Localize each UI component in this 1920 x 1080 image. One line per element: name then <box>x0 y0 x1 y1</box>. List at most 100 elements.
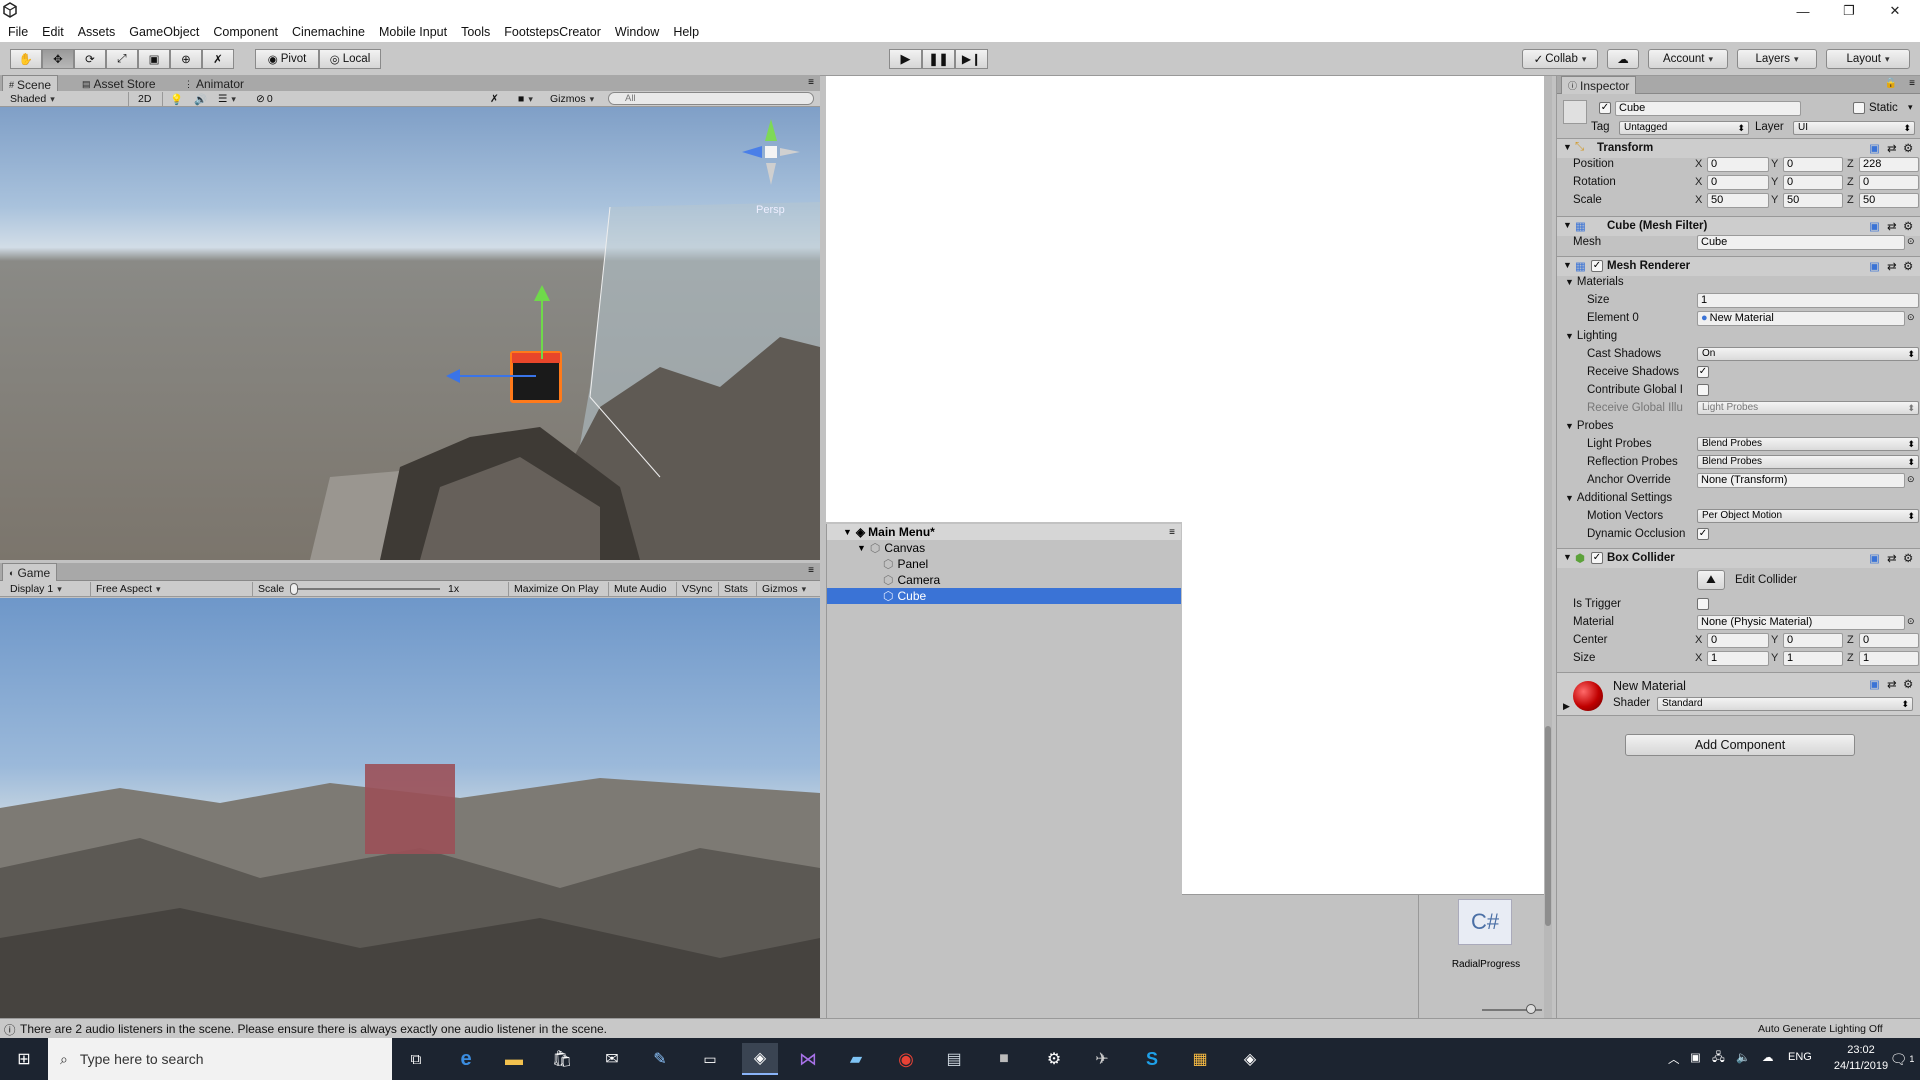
center-z-field[interactable]: 0 <box>1859 633 1919 648</box>
preset-icon[interactable]: ⇄ <box>1887 141 1897 155</box>
play-button[interactable]: ▶ <box>889 49 922 69</box>
active-checkbox[interactable]: ✓ <box>1599 102 1611 114</box>
rotate-tool-button[interactable]: ⟳ <box>74 49 106 69</box>
display-dropdown[interactable]: Display 1 <box>6 581 86 597</box>
help-icon[interactable]: ▣ <box>1869 677 1880 691</box>
settings-gear-icon[interactable]: ⚙ <box>1903 551 1913 565</box>
settings-gear-icon[interactable]: ⚙ <box>1903 141 1913 155</box>
taskbar-search[interactable]: ⌕ Type here to search <box>48 1038 392 1080</box>
help-icon[interactable]: ▣ <box>1869 551 1880 565</box>
mesh-renderer-enabled-checkbox[interactable]: ✓ <box>1591 260 1603 272</box>
paint-button[interactable]: ✎ <box>642 1043 678 1075</box>
photoshop-button[interactable]: ■ <box>986 1043 1022 1075</box>
rotation-x-field[interactable]: 0 <box>1707 175 1769 190</box>
edge-button[interactable]: e <box>448 1043 484 1075</box>
windows-start-button[interactable]: ⊞ <box>6 1043 42 1075</box>
cloud-button[interactable]: ☁ <box>1607 49 1639 69</box>
lighting-toggle[interactable]: 💡 <box>166 91 187 107</box>
box-collider-header[interactable]: ▼ ⬢ ✓ Box Collider ▣ ⇄ ⚙ <box>1557 548 1920 568</box>
restore-button[interactable]: ❐ <box>1826 0 1872 22</box>
anchor-override-field[interactable]: None (Transform) <box>1697 473 1905 488</box>
game-panel-menu-icon[interactable]: ≡ <box>808 565 814 576</box>
settings-gear-icon[interactable]: ⚙ <box>1903 677 1913 691</box>
icon-size-slider-handle[interactable] <box>1526 1004 1536 1014</box>
csharp-script-icon[interactable]: C# <box>1458 899 1512 945</box>
z-arrow-icon[interactable] <box>446 369 460 383</box>
reflection-probes-dropdown[interactable]: Blend Probes <box>1697 455 1919 469</box>
scale-z-field[interactable]: 50 <box>1859 193 1919 208</box>
move-tool-button[interactable]: ✥ <box>42 49 74 69</box>
menu-cinemachine[interactable]: Cinemachine <box>292 25 365 39</box>
static-dropdown-icon[interactable]: ▾ <box>1908 102 1913 113</box>
preset-icon[interactable]: ⇄ <box>1887 259 1897 273</box>
materials-foldout[interactable]: ▼ Materials <box>1565 276 1624 288</box>
shader-dropdown[interactable]: Standard <box>1657 697 1913 711</box>
cloud-icon[interactable]: ☁ <box>1762 1050 1774 1064</box>
script-name[interactable]: RadialProgress <box>1438 959 1534 970</box>
position-x-field[interactable]: 0 <box>1707 157 1769 172</box>
skype-button[interactable]: S <box>1134 1043 1170 1075</box>
lighting-foldout[interactable]: ▼ Lighting <box>1565 330 1617 342</box>
scale-tool-button[interactable]: ⤢ <box>106 49 138 69</box>
add-component-button[interactable]: Add Component <box>1625 734 1855 756</box>
object-picker-icon[interactable]: ⊙ <box>1907 474 1915 485</box>
step-button[interactable]: ▶❙ <box>955 49 988 69</box>
rotation-y-field[interactable]: 0 <box>1783 175 1843 190</box>
audio-toggle[interactable]: 🔊 <box>190 91 211 107</box>
mesh-field[interactable]: Cube <box>1697 235 1905 250</box>
menu-edit[interactable]: Edit <box>42 25 64 39</box>
mesh-filter-header[interactable]: ▼ ▦ Cube (Mesh Filter) ▣ ⇄ ⚙ <box>1557 216 1920 236</box>
game-view[interactable] <box>0 598 820 1018</box>
2d-toggle[interactable]: 2D <box>134 91 155 107</box>
close-button[interactable]: ✕ <box>1872 0 1918 22</box>
element0-field[interactable]: ● New Material <box>1697 311 1905 326</box>
hand-tool-button[interactable]: ✋ <box>10 49 42 69</box>
hierarchy-scene-row[interactable]: ▼ ◈ Main Menu* ≡ <box>827 524 1181 540</box>
menu-window[interactable]: Window <box>615 25 659 39</box>
vertical-scrollbar[interactable] <box>1544 76 1552 1018</box>
light-probes-dropdown[interactable]: Blend Probes <box>1697 437 1919 451</box>
panel-menu-icon[interactable]: ≡ <box>808 77 814 88</box>
transform-header[interactable]: ▼ ⤡ Transform ▣ ⇄ ⚙ <box>1557 138 1920 158</box>
preset-icon[interactable]: ⇄ <box>1887 677 1897 691</box>
scene-view[interactable]: Persp <box>0 107 820 560</box>
explorer-button[interactable]: ▬ <box>496 1043 532 1075</box>
box-collider-enabled-checkbox[interactable]: ✓ <box>1591 552 1603 564</box>
app2-button[interactable]: ✈ <box>1084 1043 1120 1075</box>
hierarchy-item-canvas[interactable]: ▼ ⬡ Canvas <box>827 540 1181 556</box>
volume-icon[interactable]: 🔈 <box>1736 1050 1750 1064</box>
menu-help[interactable]: Help <box>673 25 699 39</box>
custom-tool-button[interactable]: ✗ <box>202 49 234 69</box>
stats-toggle[interactable]: Stats <box>720 581 752 597</box>
is-trigger-checkbox[interactable] <box>1697 598 1709 610</box>
dynamic-occlusion-checkbox[interactable]: ✓ <box>1697 528 1709 540</box>
additional-settings-foldout[interactable]: ▼ Additional Settings <box>1565 492 1672 504</box>
menu-component[interactable]: Component <box>213 25 278 39</box>
scrollbar-thumb[interactable] <box>1545 726 1551 926</box>
scene-orientation-gizmo[interactable] <box>738 119 804 185</box>
mail-button[interactable]: ✉ <box>594 1043 630 1075</box>
gizmos-dropdown[interactable]: Gizmos <box>546 91 598 107</box>
layout-button[interactable]: Layout <box>1826 49 1910 69</box>
size-y-field[interactable]: 1 <box>1783 651 1843 666</box>
scene-search-input[interactable]: All <box>608 92 814 105</box>
app-button[interactable]: ▤ <box>936 1043 972 1075</box>
network-icon[interactable]: 🖧 <box>1712 1050 1725 1069</box>
scale-slider[interactable] <box>290 588 440 590</box>
chrome-button[interactable]: ◉ <box>888 1043 924 1075</box>
visual-studio-button[interactable]: ⋈ <box>790 1043 826 1075</box>
size-z-field[interactable]: 1 <box>1859 651 1919 666</box>
scene-menu-icon[interactable]: ≡ <box>1169 527 1175 538</box>
object-picker-icon[interactable]: ⊙ <box>1907 236 1915 247</box>
preset-icon[interactable]: ⇄ <box>1887 551 1897 565</box>
center-x-field[interactable]: 0 <box>1707 633 1769 648</box>
tab-inspector[interactable]: ⓘ Inspector <box>1561 76 1637 94</box>
mute-audio-toggle[interactable]: Mute Audio <box>610 581 671 597</box>
menu-mobile-input[interactable]: Mobile Input <box>379 25 447 39</box>
account-button[interactable]: Account <box>1648 49 1728 69</box>
move-gizmo-z-axis[interactable] <box>456 375 536 377</box>
pause-button[interactable]: ❚❚ <box>922 49 955 69</box>
menu-file[interactable]: File <box>8 25 28 39</box>
language-indicator[interactable]: ENG <box>1788 1051 1812 1063</box>
settings-gear-icon[interactable]: ⚙ <box>1903 219 1913 233</box>
